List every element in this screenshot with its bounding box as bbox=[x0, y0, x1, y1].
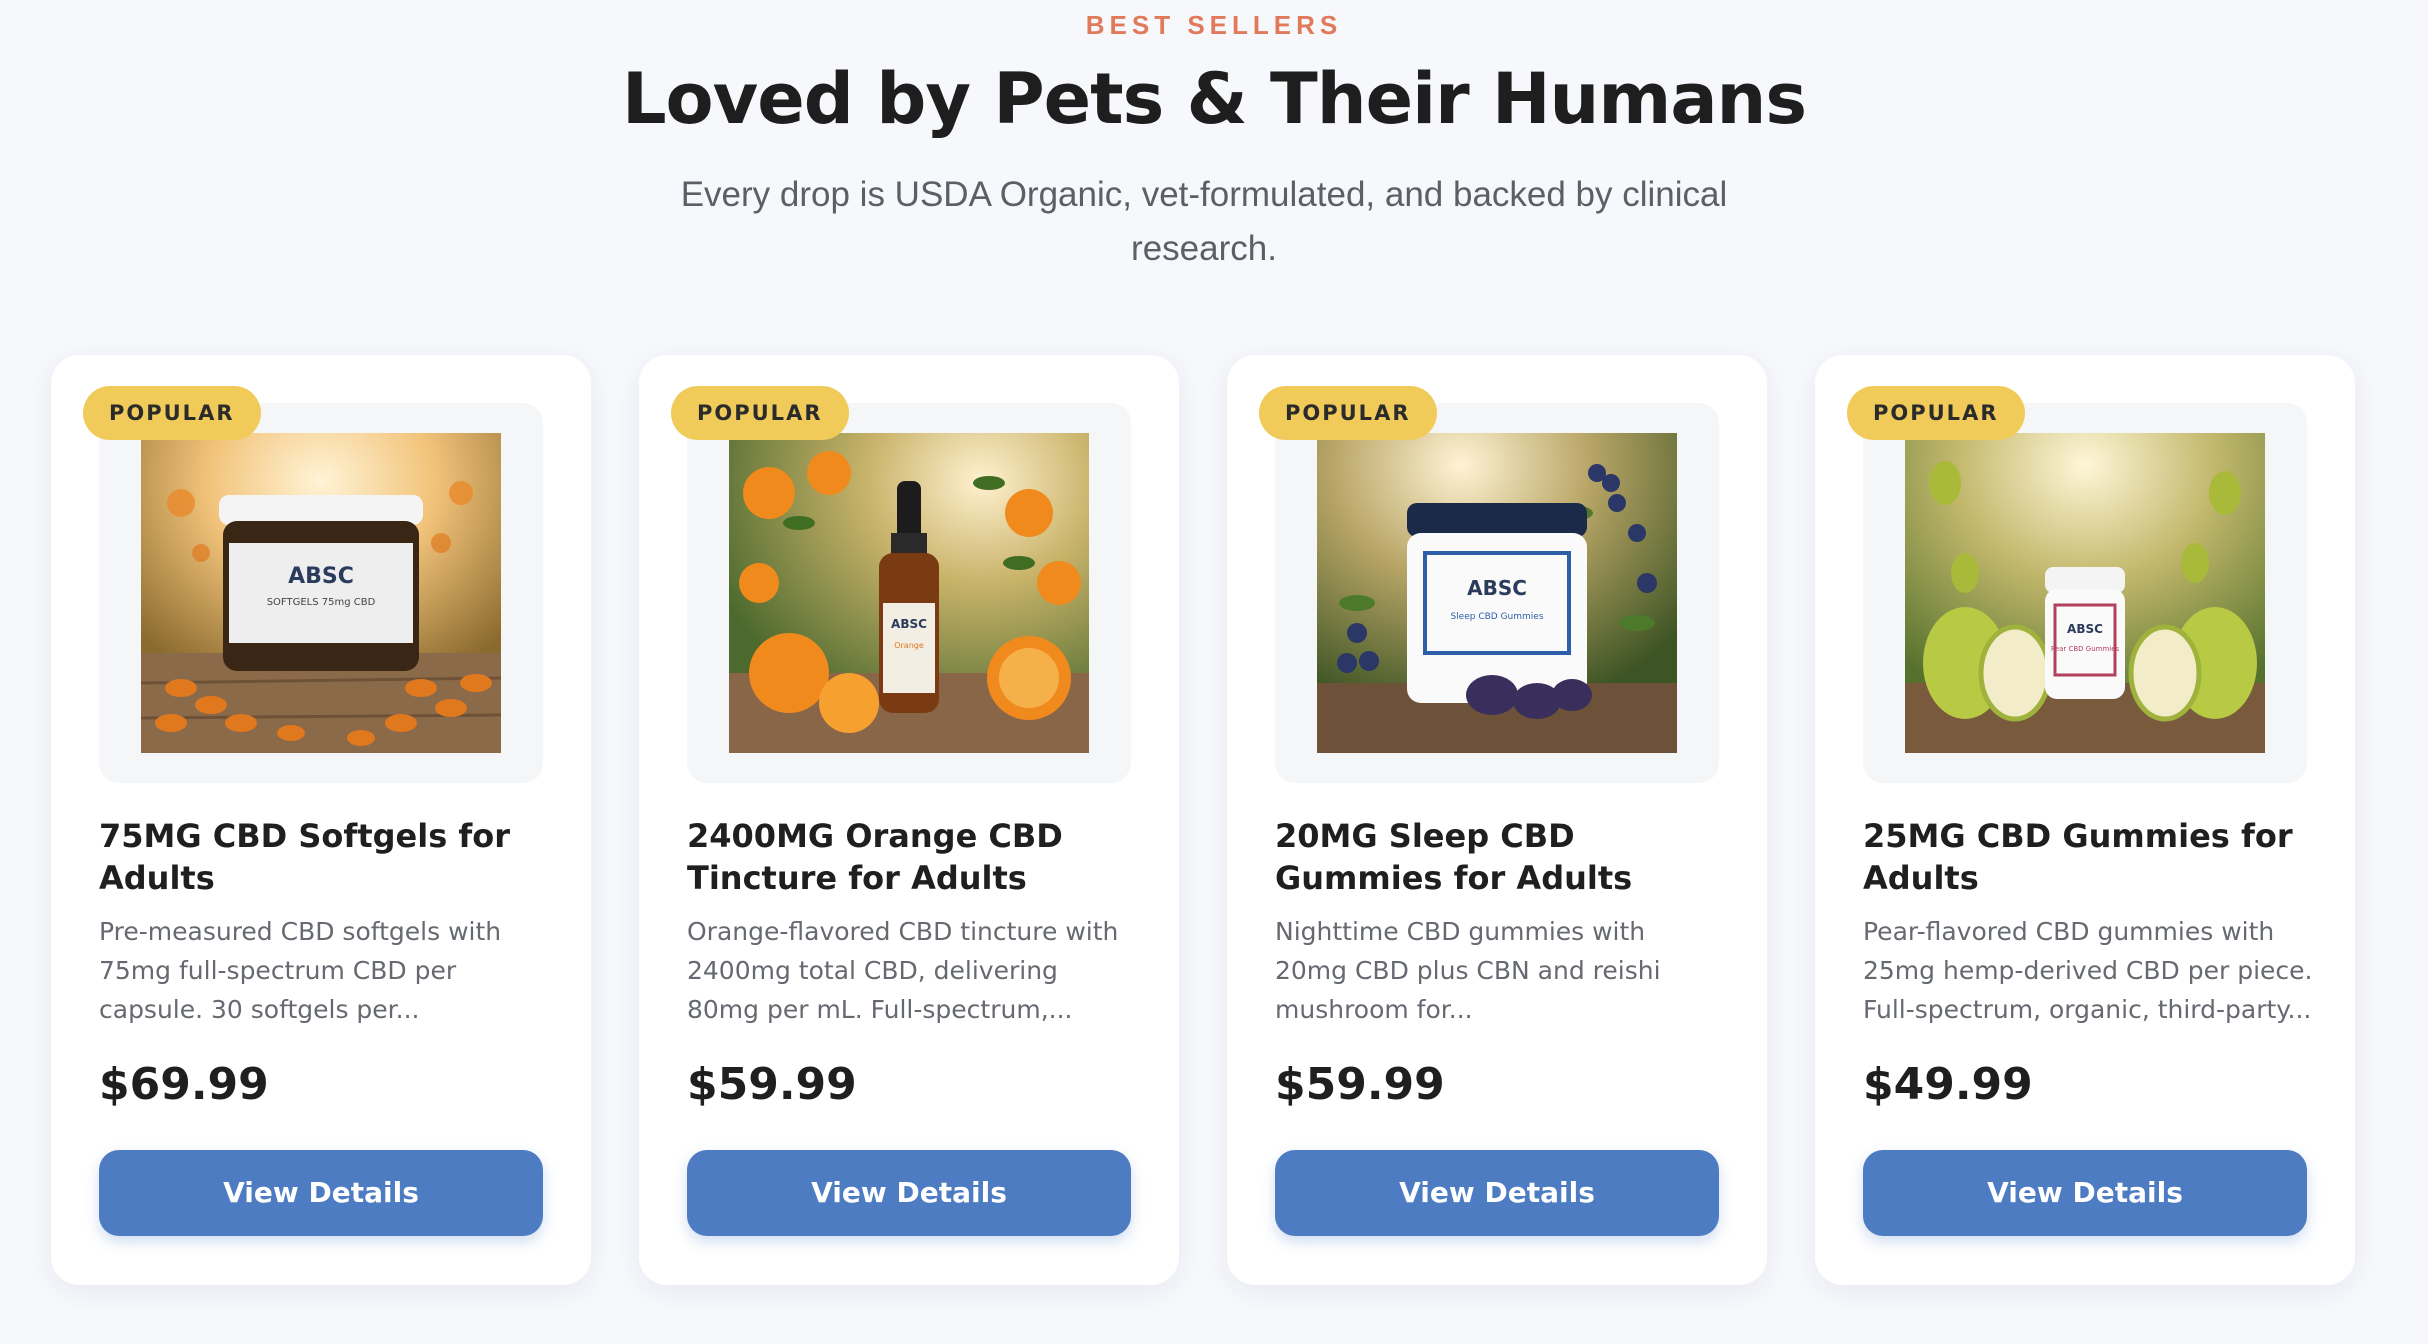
softgel-jar-photo[interactable]: ABSC SOFTGELS 75mg CBD bbox=[141, 433, 501, 753]
product-price: $59.99 bbox=[1275, 1059, 1445, 1110]
product-price: $49.99 bbox=[1863, 1059, 2033, 1110]
svg-text:Pear CBD Gummies: Pear CBD Gummies bbox=[2051, 645, 2120, 653]
best-sellers-section: BEST SELLERS Loved by Pets & Their Human… bbox=[0, 0, 2428, 1344]
svg-text:Sleep CBD Gummies: Sleep CBD Gummies bbox=[1450, 612, 1543, 622]
product-description: Orange-flavored CBD tincture with 2400mg… bbox=[687, 917, 1119, 1024]
product-description: Nighttime CBD gummies with 20mg CBD plus… bbox=[1275, 917, 1661, 1024]
svg-text:Orange: Orange bbox=[894, 641, 924, 650]
pear-gummies-photo[interactable]: ABSC Pear CBD Gummies bbox=[1905, 433, 2265, 753]
product-description: Pear-flavored CBD gummies with 25mg hemp… bbox=[1863, 917, 2313, 1024]
product-price: $69.99 bbox=[99, 1059, 269, 1110]
section-subheading: Every drop is USDA Organic, vet-formulat… bbox=[680, 175, 1728, 268]
product-card: POPULAR bbox=[51, 355, 591, 1285]
svg-text:SOFTGELS 75mg CBD: SOFTGELS 75mg CBD bbox=[267, 597, 376, 608]
sleep-gummies-photo[interactable]: ABSC Sleep CBD Gummies bbox=[1317, 433, 1677, 753]
product-image-frame[interactable]: ABSC Orange bbox=[687, 403, 1131, 783]
view-details-button[interactable]: View Details bbox=[1275, 1150, 1719, 1236]
section-heading: Loved by Pets & Their Humans bbox=[621, 58, 1807, 140]
view-details-button[interactable]: View Details bbox=[1863, 1150, 2307, 1236]
section-eyebrow: BEST SELLERS bbox=[1085, 10, 1343, 40]
svg-text:ABSC: ABSC bbox=[891, 617, 927, 631]
product-image-frame[interactable]: ABSC Sleep CBD Gummies bbox=[1275, 403, 1719, 783]
product-description: Pre-measured CBD softgels with 75mg full… bbox=[99, 917, 502, 1024]
product-grid: POPULAR ABSC SOFTGELS 75mg CBD 75MG CBD … bbox=[51, 355, 2357, 1285]
popular-badge: POPULAR bbox=[1259, 386, 1437, 440]
product-image-frame[interactable]: ABSC Pear CBD Gummies bbox=[1863, 403, 2307, 783]
product-image-frame[interactable]: ABSC SOFTGELS 75mg CBD bbox=[99, 403, 543, 783]
svg-text:ABSC: ABSC bbox=[288, 564, 354, 589]
product-title[interactable]: 2400MG Orange CBD Tincture for Adults bbox=[687, 815, 1137, 899]
product-card: POPULAR bbox=[1815, 355, 2355, 1285]
svg-text:ABSC: ABSC bbox=[1467, 576, 1527, 600]
popular-badge: POPULAR bbox=[671, 386, 849, 440]
popular-badge: POPULAR bbox=[1847, 386, 2025, 440]
product-card: POPULAR bbox=[639, 355, 1179, 1285]
svg-text:ABSC: ABSC bbox=[2067, 622, 2103, 636]
product-title[interactable]: 75MG CBD Softgels for Adults bbox=[99, 815, 549, 899]
orange-tincture-photo[interactable]: ABSC Orange bbox=[729, 433, 1089, 753]
product-title[interactable]: 20MG Sleep CBD Gummies for Adults bbox=[1275, 815, 1725, 899]
product-card: POPULAR bbox=[1227, 355, 1767, 1285]
popular-badge: POPULAR bbox=[83, 386, 261, 440]
view-details-button[interactable]: View Details bbox=[99, 1150, 543, 1236]
product-title[interactable]: 25MG CBD Gummies for Adults bbox=[1863, 815, 2313, 899]
view-details-button[interactable]: View Details bbox=[687, 1150, 1131, 1236]
product-price: $59.99 bbox=[687, 1059, 857, 1110]
